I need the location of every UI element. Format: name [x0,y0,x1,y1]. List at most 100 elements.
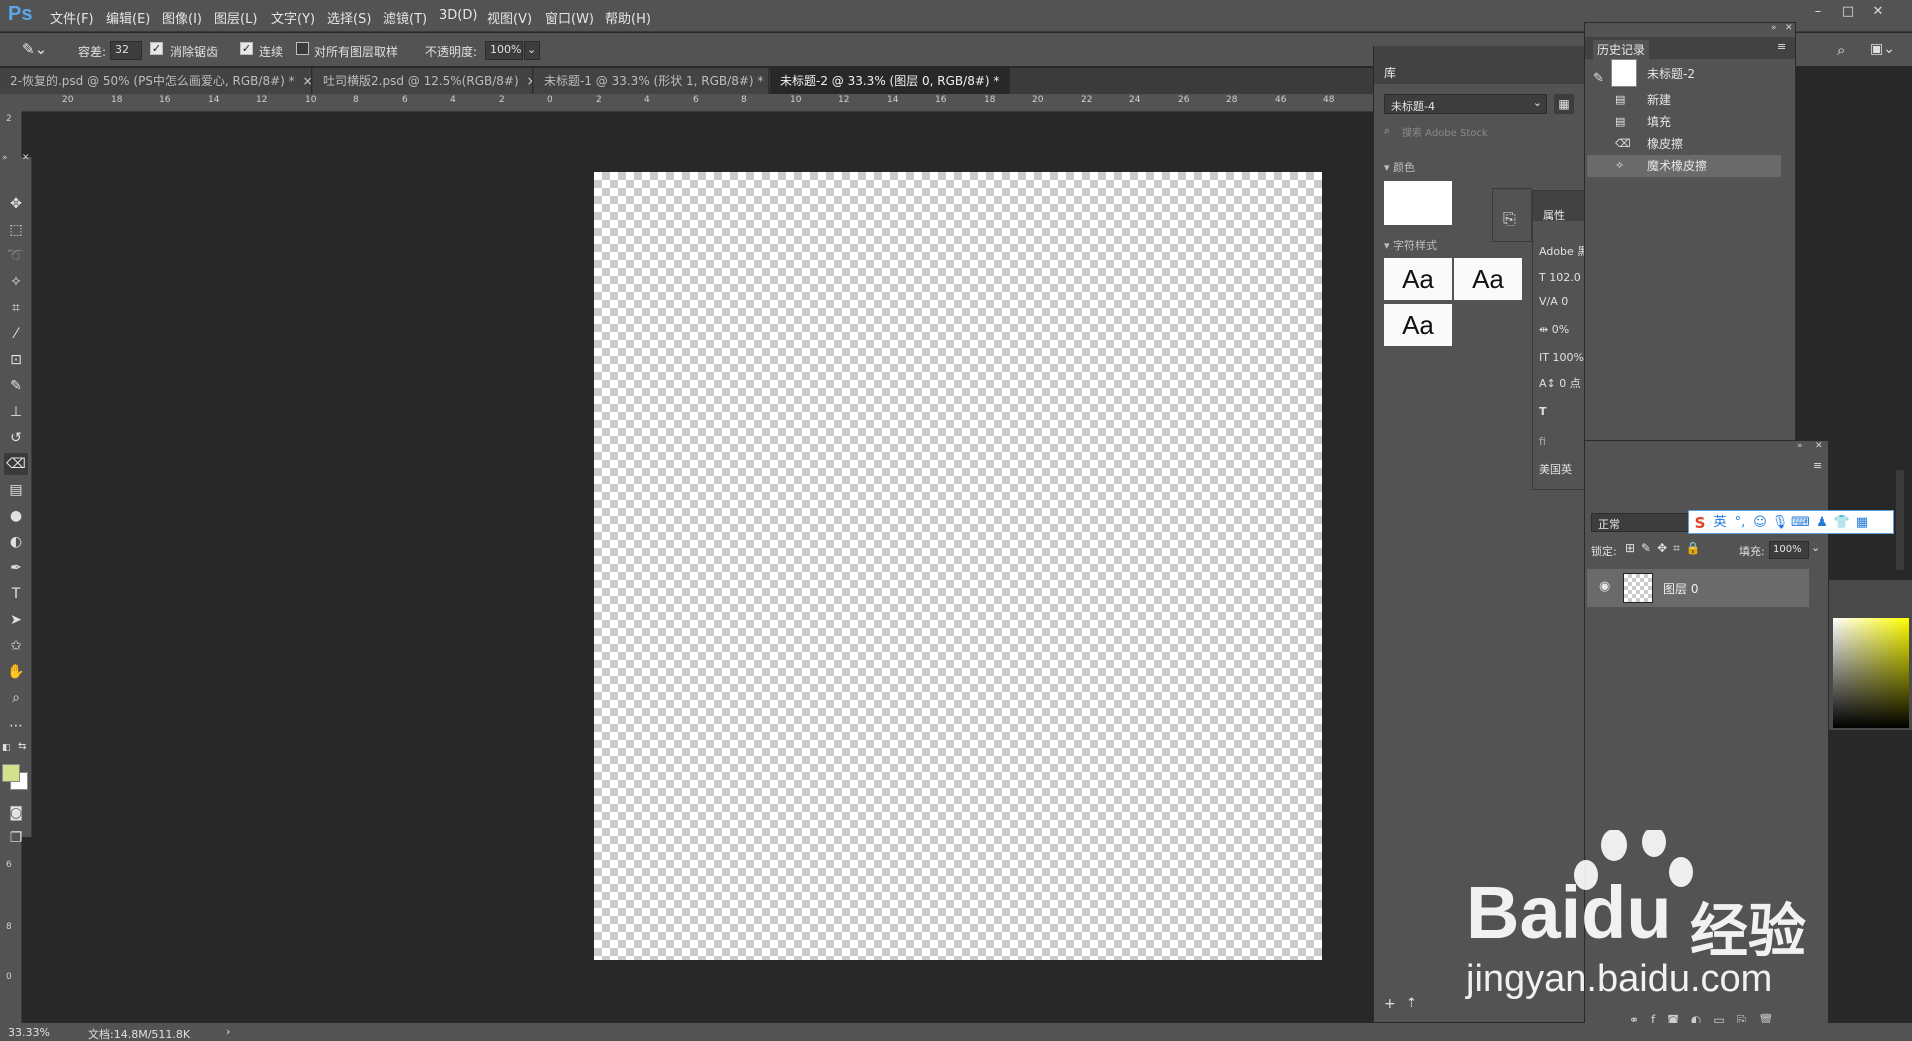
snapshot-thumbnail[interactable] [1611,59,1637,87]
history-state[interactable]: ✧ 魔术橡皮擦 [1587,155,1781,177]
path-selection-tool-icon[interactable]: ➤ [4,609,28,631]
character-style-swatch[interactable]: Aa [1454,258,1522,300]
library-selector[interactable]: 未标题-4 ⌄ [1384,94,1547,114]
marquee-tool-icon[interactable]: ⬚ [4,219,28,241]
tab-properties[interactable]: 属性 [1543,207,1565,223]
sogou-icon[interactable]: S [1691,514,1709,532]
eye-icon[interactable]: ◉ [1599,579,1610,594]
ligature-icon[interactable]: fi [1539,435,1546,448]
fill-input[interactable]: 100% [1769,541,1809,559]
close-icon[interactable]: ✕ [1785,23,1793,33]
collapse-icon[interactable]: » [1797,441,1803,451]
zoom-tool-icon[interactable]: ⌕ [4,687,28,709]
opacity-dropdown-icon[interactable]: ⌄ [524,41,540,60]
add-icon[interactable]: + [1384,996,1396,1012]
move-tool-icon[interactable]: ✥ [4,193,28,215]
magic-eraser-tool-icon[interactable]: ⌫ [4,453,28,475]
collapse-icon[interactable]: » [1771,23,1777,33]
close-icon[interactable]: × [527,74,532,88]
font-family-field[interactable]: Adobe 黑 [1539,243,1588,259]
bold-icon[interactable]: T [1539,405,1547,418]
library-color-swatch[interactable] [1384,181,1452,225]
history-state[interactable]: ▤ 新建 [1587,89,1781,111]
user-icon[interactable]: ♟ [1813,514,1831,532]
healing-brush-tool-icon[interactable]: ⊡ [4,349,28,371]
tab-toast-psd[interactable]: 吐司横版2.psd @ 12.5%(RGB/8#) × [313,68,533,94]
chevron-down-icon[interactable]: ⌄ [1811,541,1820,554]
tab-history[interactable]: 历史记录 [1593,40,1650,59]
font-size-field[interactable]: T 102.0 [1539,271,1581,284]
magic-wand-tool-icon[interactable]: ✧ [4,271,28,293]
skin-icon[interactable]: 👕 [1833,514,1851,532]
color-field[interactable] [1833,618,1909,728]
keyboard-icon[interactable]: ⌨ [1791,514,1810,532]
menu-image[interactable]: 图像(I) [162,8,202,27]
horizontal-ruler[interactable]: 20 18 16 14 12 10 8 6 4 2 0 2 4 6 8 10 12 14 16 18 20 22 24 26 2… [22,94,1380,112]
pen-tool-icon[interactable]: ✒ [4,557,28,579]
history-brush-tool-icon[interactable]: ↺ [4,427,28,449]
menu-3d[interactable]: 3D(D) [439,8,477,23]
blur-tool-icon[interactable]: ● [4,505,28,527]
swap-colors-icon[interactable]: ⇆ [18,741,26,752]
layer-name[interactable]: 图层 0 [1663,580,1698,597]
history-state[interactable]: ▤ 填充 [1587,111,1781,133]
lasso-tool-icon[interactable]: ➰ [4,245,28,267]
menu-edit[interactable]: 编辑(E) [106,8,150,27]
punctuation-icon[interactable]: °, [1731,514,1749,532]
document-canvas[interactable] [594,172,1322,960]
menu-file[interactable]: 文件(F) [50,8,94,27]
properties-panel-icon[interactable]: ⎘ [1503,209,1516,229]
tolerance-input[interactable]: 32 [110,41,142,60]
gradient-tool-icon[interactable]: ▤ [4,479,28,501]
blend-mode-select[interactable]: 正常 [1591,513,1689,532]
menu-layer[interactable]: 图层(L) [214,8,257,27]
type-tool-icon[interactable]: T [4,583,28,605]
emoji-icon[interactable]: ☺ [1751,514,1769,532]
hand-tool-icon[interactable]: ✋ [4,661,28,683]
tab-untitled-1[interactable]: 未标题-1 @ 33.3% (形状 1, RGB/8#) *× [534,68,769,94]
zoom-level[interactable]: 33.33% [8,1026,50,1039]
grid-view-icon[interactable]: ▦ [1554,94,1574,114]
collapse-icon[interactable]: » [2,153,8,163]
brush-tool-icon[interactable]: ✎ [4,375,28,397]
dodge-tool-icon[interactable]: ◐ [4,531,28,553]
language-field[interactable]: 美国英 [1539,461,1572,477]
maximize-button[interactable]: □ [1836,2,1860,22]
stock-search-input[interactable]: 搜索 Adobe Stock [1402,124,1488,139]
tab-library[interactable]: 库 [1384,64,1396,81]
character-style-swatch[interactable]: Aa [1384,304,1452,346]
quick-mask-icon[interactable]: ◙ [4,802,28,824]
layer-row[interactable]: ◉ 图层 0 [1587,569,1809,607]
character-style-swatch[interactable]: Aa [1384,258,1452,300]
panel-menu-icon[interactable]: ≡ [1777,40,1786,53]
magic-eraser-preset-icon[interactable]: ✎⌄ [22,40,47,58]
close-icon[interactable]: ✕ [1815,441,1823,451]
history-state[interactable]: ⌫ 橡皮擦 [1587,133,1781,155]
search-icon[interactable]: ⌕ [1837,41,1845,59]
screen-mode-icon[interactable]: ❐ [4,827,28,849]
status-menu-arrow[interactable]: › [226,1025,230,1038]
menu-view[interactable]: 视图(V) [487,8,532,27]
close-icon[interactable]: × [1007,74,1009,88]
opacity-input[interactable]: 100% [485,41,523,60]
menu-window[interactable]: 窗口(W) [545,8,594,27]
close-icon[interactable]: ✕ [22,153,30,163]
snapshot-name[interactable]: 未标题-2 [1647,65,1695,82]
microphone-icon[interactable]: 🎙 [1771,514,1789,532]
vertical-scale-field[interactable]: IT 100% [1539,351,1584,364]
close-icon[interactable]: × [303,74,311,88]
grid-menu-icon[interactable]: ▦ [1853,514,1871,532]
close-button[interactable]: ✕ [1866,2,1890,22]
tab-restored-psd[interactable]: 2-恢复的.psd @ 50% (PS中怎么画爱心, RGB/8#) * × [0,68,312,94]
workspace-icon[interactable]: ▣⌄ [1870,41,1895,57]
crop-tool-icon[interactable]: ⌗ [4,297,28,319]
default-colors-icon[interactable]: ◧ [2,743,11,753]
foreground-color-swatch[interactable] [2,764,20,782]
shape-tool-icon[interactable]: ✩ [4,635,28,657]
lock-icons[interactable]: ⊞✎✥⌗🔒 [1625,541,1707,556]
minimize-button[interactable]: – [1806,2,1830,22]
antialias-checkbox[interactable]: ✓ [150,42,163,55]
kerning-field[interactable]: V/A 0 [1539,295,1568,308]
clone-stamp-tool-icon[interactable]: ⊥ [4,401,28,423]
panel-menu-icon[interactable]: ≡ [1813,459,1822,472]
